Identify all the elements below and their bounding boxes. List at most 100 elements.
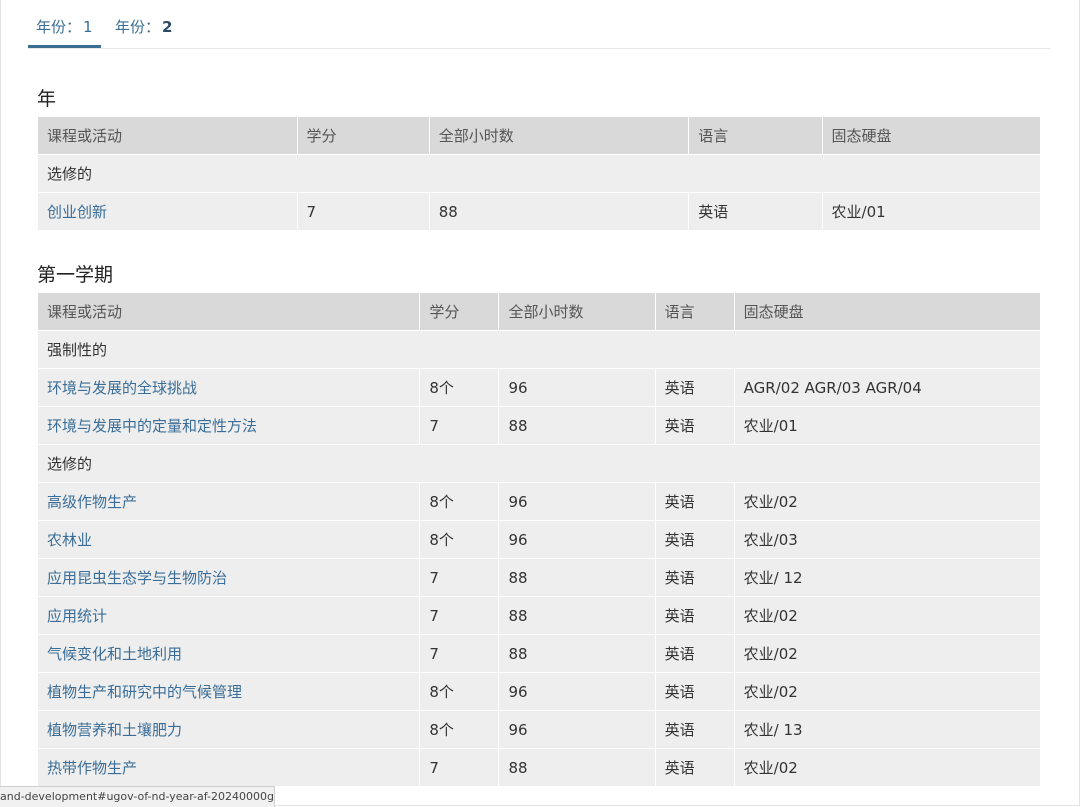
cell-ssd: 农业/02 [734,597,1040,634]
cell-language: 英语 [655,483,734,520]
cell-language: 英语 [655,597,734,634]
cell-credits: 8个 [420,673,499,710]
course-link[interactable]: 气候变化和土地利用 [47,645,182,663]
cell-ssd: 农业/ 12 [734,559,1040,596]
cell-course: 植物营养和土壤肥力 [38,711,420,748]
cell-hours: 96 [499,521,655,558]
cell-hours: 96 [499,711,655,748]
tab-year-2[interactable]: 年份： 2 [115,16,172,37]
cell-credits: 8个 [420,369,499,406]
table-row: 植物营养和土壤肥力 8个 96 英语 农业/ 13 [38,711,1040,748]
course-table-year: 课程或活动 学分 全部小时数 语言 固态硬盘 选修的 创业创新 7 88 英语 农业/01 [37,116,1041,231]
cell-course: 环境与发展中的定量和定性方法 [38,407,420,444]
tab-year-1-label: 年份： [36,18,82,36]
cell-course: 应用统计 [38,597,420,634]
cell-language: 英语 [655,369,734,406]
cell-course: 农林业 [38,521,420,558]
cell-language: 英语 [689,193,822,230]
header-ssd: 固态硬盘 [822,117,1040,154]
header-ssd: 固态硬盘 [734,293,1040,330]
cell-hours: 96 [499,369,655,406]
cell-credits: 7 [420,749,499,786]
group-row: 选修的 [38,155,1040,192]
header-course: 课程或活动 [38,293,420,330]
cell-language: 英语 [655,559,734,596]
cell-ssd: 农业/01 [822,193,1040,230]
year-tabs: 年份： 1 年份： 2 [28,0,1050,49]
course-link[interactable]: 环境与发展中的定量和定性方法 [47,417,257,435]
cell-hours: 88 [499,749,655,786]
table-row: 环境与发展中的定量和定性方法 7 88 英语 农业/01 [38,407,1040,444]
tab-year-1[interactable]: 年份： 1 [36,16,93,37]
cell-language: 英语 [655,407,734,444]
course-link[interactable]: 植物营养和土壤肥力 [47,721,182,739]
cell-course: 热带作物生产 [38,749,420,786]
cell-hours: 88 [499,559,655,596]
cell-course: 高级作物生产 [38,483,420,520]
cell-hours: 88 [499,407,655,444]
tab-year-2-label: 年份： [115,18,161,36]
course-link[interactable]: 应用昆虫生态学与生物防治 [47,569,227,587]
cell-ssd: 农业/01 [734,407,1040,444]
course-link[interactable]: 植物生产和研究中的气候管理 [47,683,242,701]
cell-credits: 8个 [420,483,499,520]
group-label: 选修的 [38,155,1040,192]
group-row: 强制性的 [38,331,1040,368]
cell-course: 气候变化和土地利用 [38,635,420,672]
status-bar-url: and-development#ugov-of-nd-year-af-20240… [0,786,275,807]
cell-ssd: 农业/03 [734,521,1040,558]
section-title-year: 年 [37,88,57,110]
course-link[interactable]: 环境与发展的全球挑战 [47,379,197,397]
cell-hours: 88 [499,597,655,634]
table-row: 农林业 8个 96 英语 农业/03 [38,521,1040,558]
cell-credits: 7 [297,193,429,230]
cell-language: 英语 [655,635,734,672]
cell-course: 应用昆虫生态学与生物防治 [38,559,420,596]
header-credits: 学分 [297,117,429,154]
group-label: 选修的 [38,445,1040,482]
table-row: 高级作物生产 8个 96 英语 农业/02 [38,483,1040,520]
cell-credits: 7 [420,407,499,444]
group-label: 强制性的 [38,331,1040,368]
course-link[interactable]: 高级作物生产 [47,493,137,511]
cell-course: 环境与发展的全球挑战 [38,369,420,406]
header-credits: 学分 [420,293,499,330]
table-row: 植物生产和研究中的气候管理 8个 96 英语 农业/02 [38,673,1040,710]
table-row: 环境与发展的全球挑战 8个 96 英语 AGR/02 AGR/03 AGR/04 [38,369,1040,406]
cell-course: 创业创新 [38,193,297,230]
cell-ssd: 农业/ 13 [734,711,1040,748]
cell-credits: 7 [420,635,499,672]
cell-language: 英语 [655,673,734,710]
table-row: 应用昆虫生态学与生物防治 7 88 英语 农业/ 12 [38,559,1040,596]
cell-ssd: 农业/02 [734,635,1040,672]
course-link[interactable]: 应用统计 [47,607,107,625]
course-link[interactable]: 创业创新 [47,203,107,221]
table-row: 热带作物生产 7 88 英语 农业/02 [38,749,1040,786]
section-title-semester-1: 第一学期 [37,264,114,286]
cell-hours: 96 [499,673,655,710]
active-tab-indicator [28,45,101,48]
table-row: 应用统计 7 88 英语 农业/02 [38,597,1040,634]
cell-hours: 96 [499,483,655,520]
tab-year-2-value: 2 [162,18,173,36]
course-table-semester-1: 课程或活动 学分 全部小时数 语言 固态硬盘 强制性的 环境与发展的全球挑战 8个 9… [37,292,1041,787]
cell-language: 英语 [655,749,734,786]
cell-language: 英语 [655,521,734,558]
cell-credits: 8个 [420,711,499,748]
cell-course: 植物生产和研究中的气候管理 [38,673,420,710]
table-row: 气候变化和土地利用 7 88 英语 农业/02 [38,635,1040,672]
tab-year-1-value: 1 [83,18,93,36]
header-language: 语言 [655,293,734,330]
cell-ssd: 农业/02 [734,483,1040,520]
course-link[interactable]: 农林业 [47,531,92,549]
cell-ssd: AGR/02 AGR/03 AGR/04 [734,369,1040,406]
cell-credits: 8个 [420,521,499,558]
header-hours: 全部小时数 [499,293,655,330]
cell-hours: 88 [499,635,655,672]
course-link[interactable]: 热带作物生产 [47,759,137,777]
cell-credits: 7 [420,559,499,596]
header-course: 课程或活动 [38,117,297,154]
table-header-row: 课程或活动 学分 全部小时数 语言 固态硬盘 [38,117,1040,154]
group-row: 选修的 [38,445,1040,482]
cell-ssd: 农业/02 [734,749,1040,786]
